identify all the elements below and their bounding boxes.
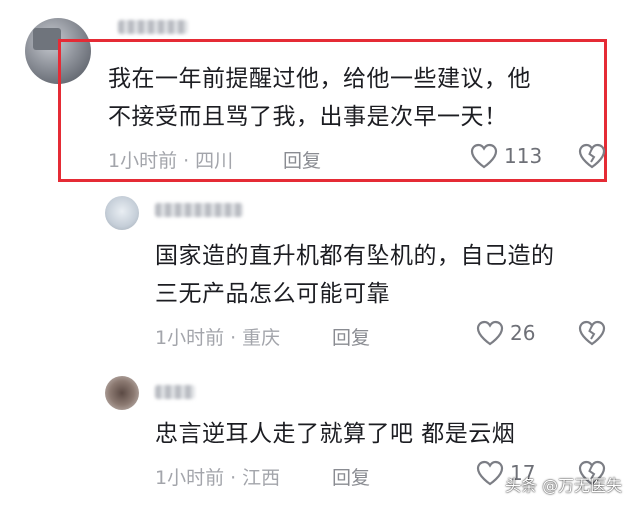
heart-icon (476, 320, 504, 346)
avatar[interactable] (105, 196, 139, 230)
separator: · (230, 327, 237, 349)
dislike-button[interactable] (578, 142, 606, 174)
like-button[interactable]: 26 (476, 319, 535, 347)
comment-time: 1小时前 (155, 327, 225, 349)
username-blurred[interactable] (155, 385, 195, 399)
reply-button[interactable]: 回复 (332, 323, 370, 350)
broken-heart-icon (578, 143, 606, 169)
username-blurred[interactable] (118, 20, 188, 34)
heart-icon (476, 460, 504, 486)
comment-time: 1小时前 (108, 150, 178, 172)
comment-location: 四川 (195, 150, 234, 172)
like-button[interactable]: 113 (470, 142, 542, 170)
comment-text-line: 忠言逆耳人走了就算了吧 都是云烟 (155, 421, 516, 447)
broken-heart-icon (578, 320, 606, 346)
username-blurred[interactable] (155, 203, 243, 217)
comment-location: 江西 (242, 467, 281, 489)
comment-meta: 1小时前 · 四川 (108, 146, 233, 173)
like-count: 26 (510, 321, 536, 345)
comment-text-line: 不接受而且骂了我，出事是次早一天！ (108, 104, 508, 130)
comment-location: 重庆 (242, 327, 281, 349)
like-count: 113 (504, 144, 543, 168)
comment-text-line: 三无产品怎么可能可靠 (155, 281, 390, 307)
dislike-button[interactable] (578, 319, 606, 351)
reply-button[interactable]: 回复 (332, 463, 370, 490)
heart-icon (470, 143, 498, 169)
watermark: 头条 @万无医失 (505, 476, 623, 495)
comment-time: 1小时前 (155, 467, 225, 489)
avatar[interactable] (105, 376, 139, 410)
comment-meta: 1小时前 · 江西 (155, 463, 280, 490)
comment-text-line: 我在一年前提醒过他，给他一些建议，他 (108, 66, 531, 92)
comment-text-line: 国家造的直升机都有坠机的，自己造的 (155, 243, 555, 269)
separator: · (183, 150, 190, 172)
separator: · (230, 467, 237, 489)
comment-meta: 1小时前 · 重庆 (155, 323, 280, 350)
reply-button[interactable]: 回复 (283, 146, 321, 173)
